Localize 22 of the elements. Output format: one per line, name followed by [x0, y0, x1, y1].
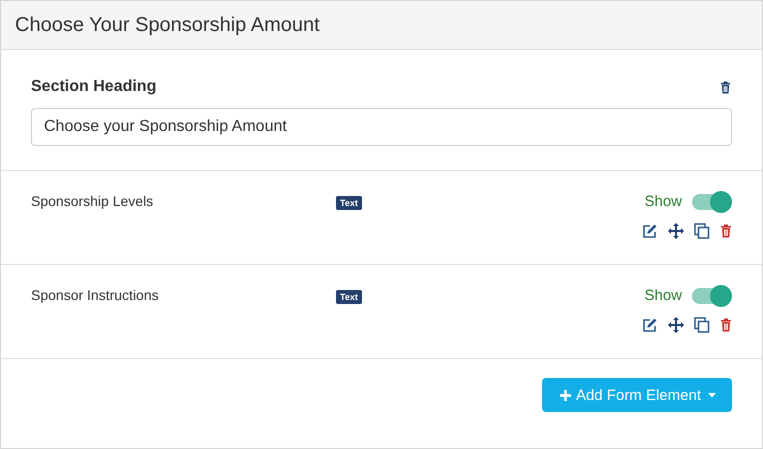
copy-icon[interactable] [694, 317, 710, 333]
edit-icon[interactable] [642, 317, 658, 333]
element-name: Sponsorship Levels [31, 193, 154, 209]
copy-icon[interactable] [694, 223, 710, 239]
delete-icon[interactable] [720, 80, 731, 94]
field-label: Section Heading [31, 78, 156, 96]
show-toggle[interactable] [692, 288, 730, 304]
delete-icon[interactable] [720, 224, 732, 238]
delete-icon[interactable] [720, 318, 732, 332]
toggle-label: Show [644, 287, 682, 304]
panel-title: Choose Your Sponsorship Amount [15, 14, 320, 36]
type-badge: Text [336, 196, 362, 210]
section-heading-field[interactable]: Choose your Sponsorship Amount [31, 108, 732, 146]
plus-icon [560, 390, 571, 400]
show-toggle[interactable] [692, 194, 730, 210]
edit-icon[interactable] [642, 223, 658, 239]
caret-icon [708, 392, 716, 398]
toggle-label: Show [644, 193, 682, 210]
type-badge: Text [336, 290, 362, 304]
move-icon[interactable] [668, 317, 684, 333]
move-icon[interactable] [668, 223, 684, 239]
element-name: Sponsor Instructions [31, 287, 159, 303]
